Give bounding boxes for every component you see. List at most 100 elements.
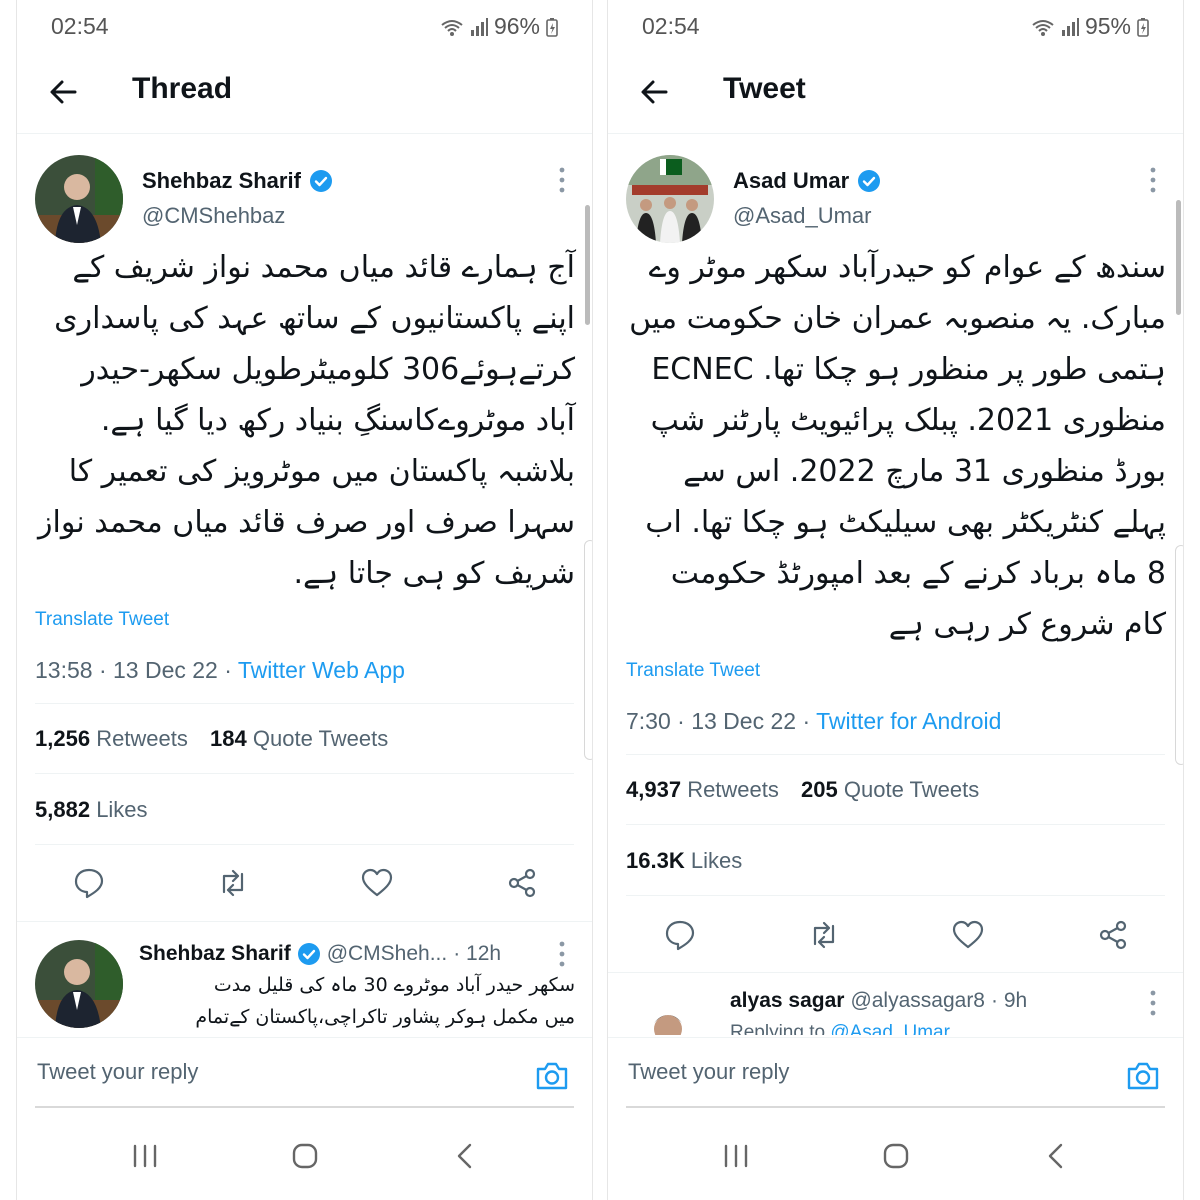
likes-label: Likes <box>96 797 148 822</box>
reply-author-handle[interactable]: @CMSheh... <box>327 942 448 966</box>
likes-count: 5,882 <box>35 797 91 822</box>
more-options-icon[interactable] <box>557 166 567 194</box>
reply-text-line: میں مکمل ہوکر پشاور تاکراچی،پاکستان کےتم… <box>195 1006 575 1028</box>
tweet-text-line: اپنے پاکستانیوں کے ساتھ عہد کی پاسداری <box>54 301 575 336</box>
tweet-time: 13:58 · 13 Dec 22 · <box>35 657 238 683</box>
divider <box>626 754 1165 755</box>
translate-tweet-link[interactable]: Translate Tweet <box>626 660 760 682</box>
home-icon[interactable] <box>285 1136 325 1176</box>
back-nav-icon[interactable] <box>1036 1136 1076 1176</box>
share-icon[interactable] <box>505 866 539 900</box>
likes-label: Likes <box>690 848 743 873</box>
battery-percent: 96% <box>493 13 540 39</box>
reply-author[interactable]: alyas sagar @alyassagar8 · 9h <box>730 989 1027 1013</box>
status-bar: 02:54 96% <box>17 0 592 56</box>
retweet-icon[interactable] <box>216 866 250 900</box>
divider <box>35 844 574 845</box>
signal-icon <box>470 17 488 37</box>
tweet-text-line: ہتمی طور پر منظور ہو چکا تھا. ECNEC <box>651 352 1166 387</box>
avatar[interactable] <box>35 155 123 243</box>
status-indicators: 95% <box>1031 13 1149 40</box>
tweet-text-line: بلاشبہ پاکستان میں موٹرویز کی تعمیر کا <box>68 454 575 489</box>
retweet-stats: 4,937 Retweets 205 Quote Tweets <box>626 777 979 803</box>
reply-avatar[interactable] <box>636 1001 700 1035</box>
recent-apps-icon[interactable] <box>716 1136 756 1176</box>
tweet-source-link[interactable]: Twitter Web App <box>238 657 405 683</box>
back-arrow-icon[interactable] <box>45 74 81 110</box>
retweets-count: 4,937 <box>626 777 682 802</box>
tweet-text-line: سہرا صرف اور صرف قائد میاں محمد نواز <box>38 505 575 540</box>
avatar[interactable] <box>626 155 714 243</box>
back-arrow-icon[interactable] <box>636 74 672 110</box>
author-name-text[interactable]: Asad Umar <box>733 168 849 194</box>
quote-tweets-stat[interactable]: 205 Quote Tweets <box>801 777 979 802</box>
more-options-icon[interactable] <box>1148 166 1158 194</box>
system-nav-bar <box>17 1118 592 1200</box>
translate-tweet-link[interactable]: Translate Tweet <box>35 609 169 631</box>
like-heart-icon[interactable] <box>951 918 985 952</box>
likes-stat[interactable]: 16.3K Likes <box>626 848 742 874</box>
reply-tweet[interactable]: Shehbaz Sharif @CMSheh... · 12h سکھر حید… <box>17 925 592 1035</box>
back-nav-icon[interactable] <box>445 1136 485 1176</box>
likes-stat[interactable]: 5,882 Likes <box>35 797 148 823</box>
more-options-icon[interactable] <box>1148 989 1158 1017</box>
system-nav-bar <box>608 1118 1183 1200</box>
scrollbar[interactable] <box>1176 200 1181 315</box>
author-name-text[interactable]: Shehbaz Sharif <box>142 168 301 194</box>
author-handle[interactable]: @CMShehbaz <box>142 203 285 229</box>
reply-icon[interactable] <box>72 866 106 900</box>
tweet-text-line: کرتےہوئے306 کلومیٹرطویل سکھر-حیدر <box>81 352 575 387</box>
thread-screen: 02:54 96% Thread Shehbaz Sharif @CMShehb… <box>16 0 593 1200</box>
tweet-source-link[interactable]: Twitter for Android <box>816 708 1001 734</box>
verified-badge-icon <box>309 170 332 192</box>
wifi-icon <box>440 17 464 37</box>
retweets-stat[interactable]: 1,256 Retweets <box>35 726 188 751</box>
reply-author-handle[interactable]: @alyassagar8 <box>850 989 985 1013</box>
camera-icon[interactable] <box>1125 1058 1161 1094</box>
recent-apps-icon[interactable] <box>125 1136 165 1176</box>
tweet-text-line: آباد موٹروےکاسنگِ بنیاد رکھ دیا گیا ہے. <box>100 403 575 438</box>
replying-to-prefix: Replying to <box>730 1022 831 1035</box>
status-time: 02:54 <box>642 13 700 39</box>
retweet-icon[interactable] <box>807 918 841 952</box>
replying-to-handle[interactable]: @Asad_Umar <box>830 1022 950 1035</box>
edge-panel-handle[interactable] <box>1175 545 1183 765</box>
reply-input[interactable] <box>626 1038 1165 1108</box>
reply-input[interactable] <box>35 1038 574 1108</box>
more-options-icon[interactable] <box>557 940 567 968</box>
reply-author-name[interactable]: alyas sagar <box>730 989 844 1013</box>
tweet-text: سندھ کے عوام کو حیدرآباد سکھر موٹر وے مب… <box>626 242 1166 650</box>
like-heart-icon[interactable] <box>360 866 394 900</box>
battery-percent: 95% <box>1084 13 1131 39</box>
author-name[interactable]: Asad Umar <box>733 168 881 194</box>
quote-tweets-label: Quote Tweets <box>252 726 389 751</box>
tweet-text-line: پہلے کنٹریکٹر بھی سیلیکٹ ہو چکا تھا. اب <box>645 505 1166 540</box>
retweets-count: 1,256 <box>35 726 91 751</box>
quote-tweets-stat[interactable]: 184 Quote Tweets <box>210 726 388 751</box>
reply-avatar[interactable] <box>35 940 123 1028</box>
reply-icon[interactable] <box>663 918 697 952</box>
tweet-timestamp: 7:30 · 13 Dec 22 · Twitter for Android <box>626 708 1001 735</box>
quote-tweets-count: 184 <box>210 726 247 751</box>
verified-badge-icon <box>297 943 320 965</box>
share-icon[interactable] <box>1096 918 1130 952</box>
retweets-stat[interactable]: 4,937 Retweets <box>626 777 779 802</box>
reply-author-name[interactable]: Shehbaz Sharif <box>139 942 291 966</box>
camera-icon[interactable] <box>534 1058 570 1094</box>
author-name[interactable]: Shehbaz Sharif <box>142 168 333 194</box>
reply-author[interactable]: Shehbaz Sharif @CMSheh... · 12h <box>139 942 501 966</box>
tweet-text-line: مبارک. یہ منصوبہ عمران خان حکومت میں <box>629 301 1166 336</box>
wifi-icon <box>1031 17 1055 37</box>
tweet-text-line: شریف کو ہی جاتا ہے. <box>293 556 575 591</box>
reply-composer <box>608 1037 1183 1115</box>
retweet-stats: 1,256 Retweets 184 Quote Tweets <box>35 726 388 752</box>
tweet-time: 7:30 · 13 Dec 22 · <box>626 708 817 734</box>
reply-tweet[interactable]: alyas sagar @alyassagar8 · 9h Replying t… <box>608 975 1183 1035</box>
edge-panel-handle[interactable] <box>584 540 592 760</box>
home-icon[interactable] <box>876 1136 916 1176</box>
author-handle[interactable]: @Asad_Umar <box>733 203 872 229</box>
scrollbar[interactable] <box>585 205 590 325</box>
divider <box>626 824 1165 825</box>
status-bar: 02:54 95% <box>608 0 1183 56</box>
verified-badge-icon <box>858 170 881 192</box>
